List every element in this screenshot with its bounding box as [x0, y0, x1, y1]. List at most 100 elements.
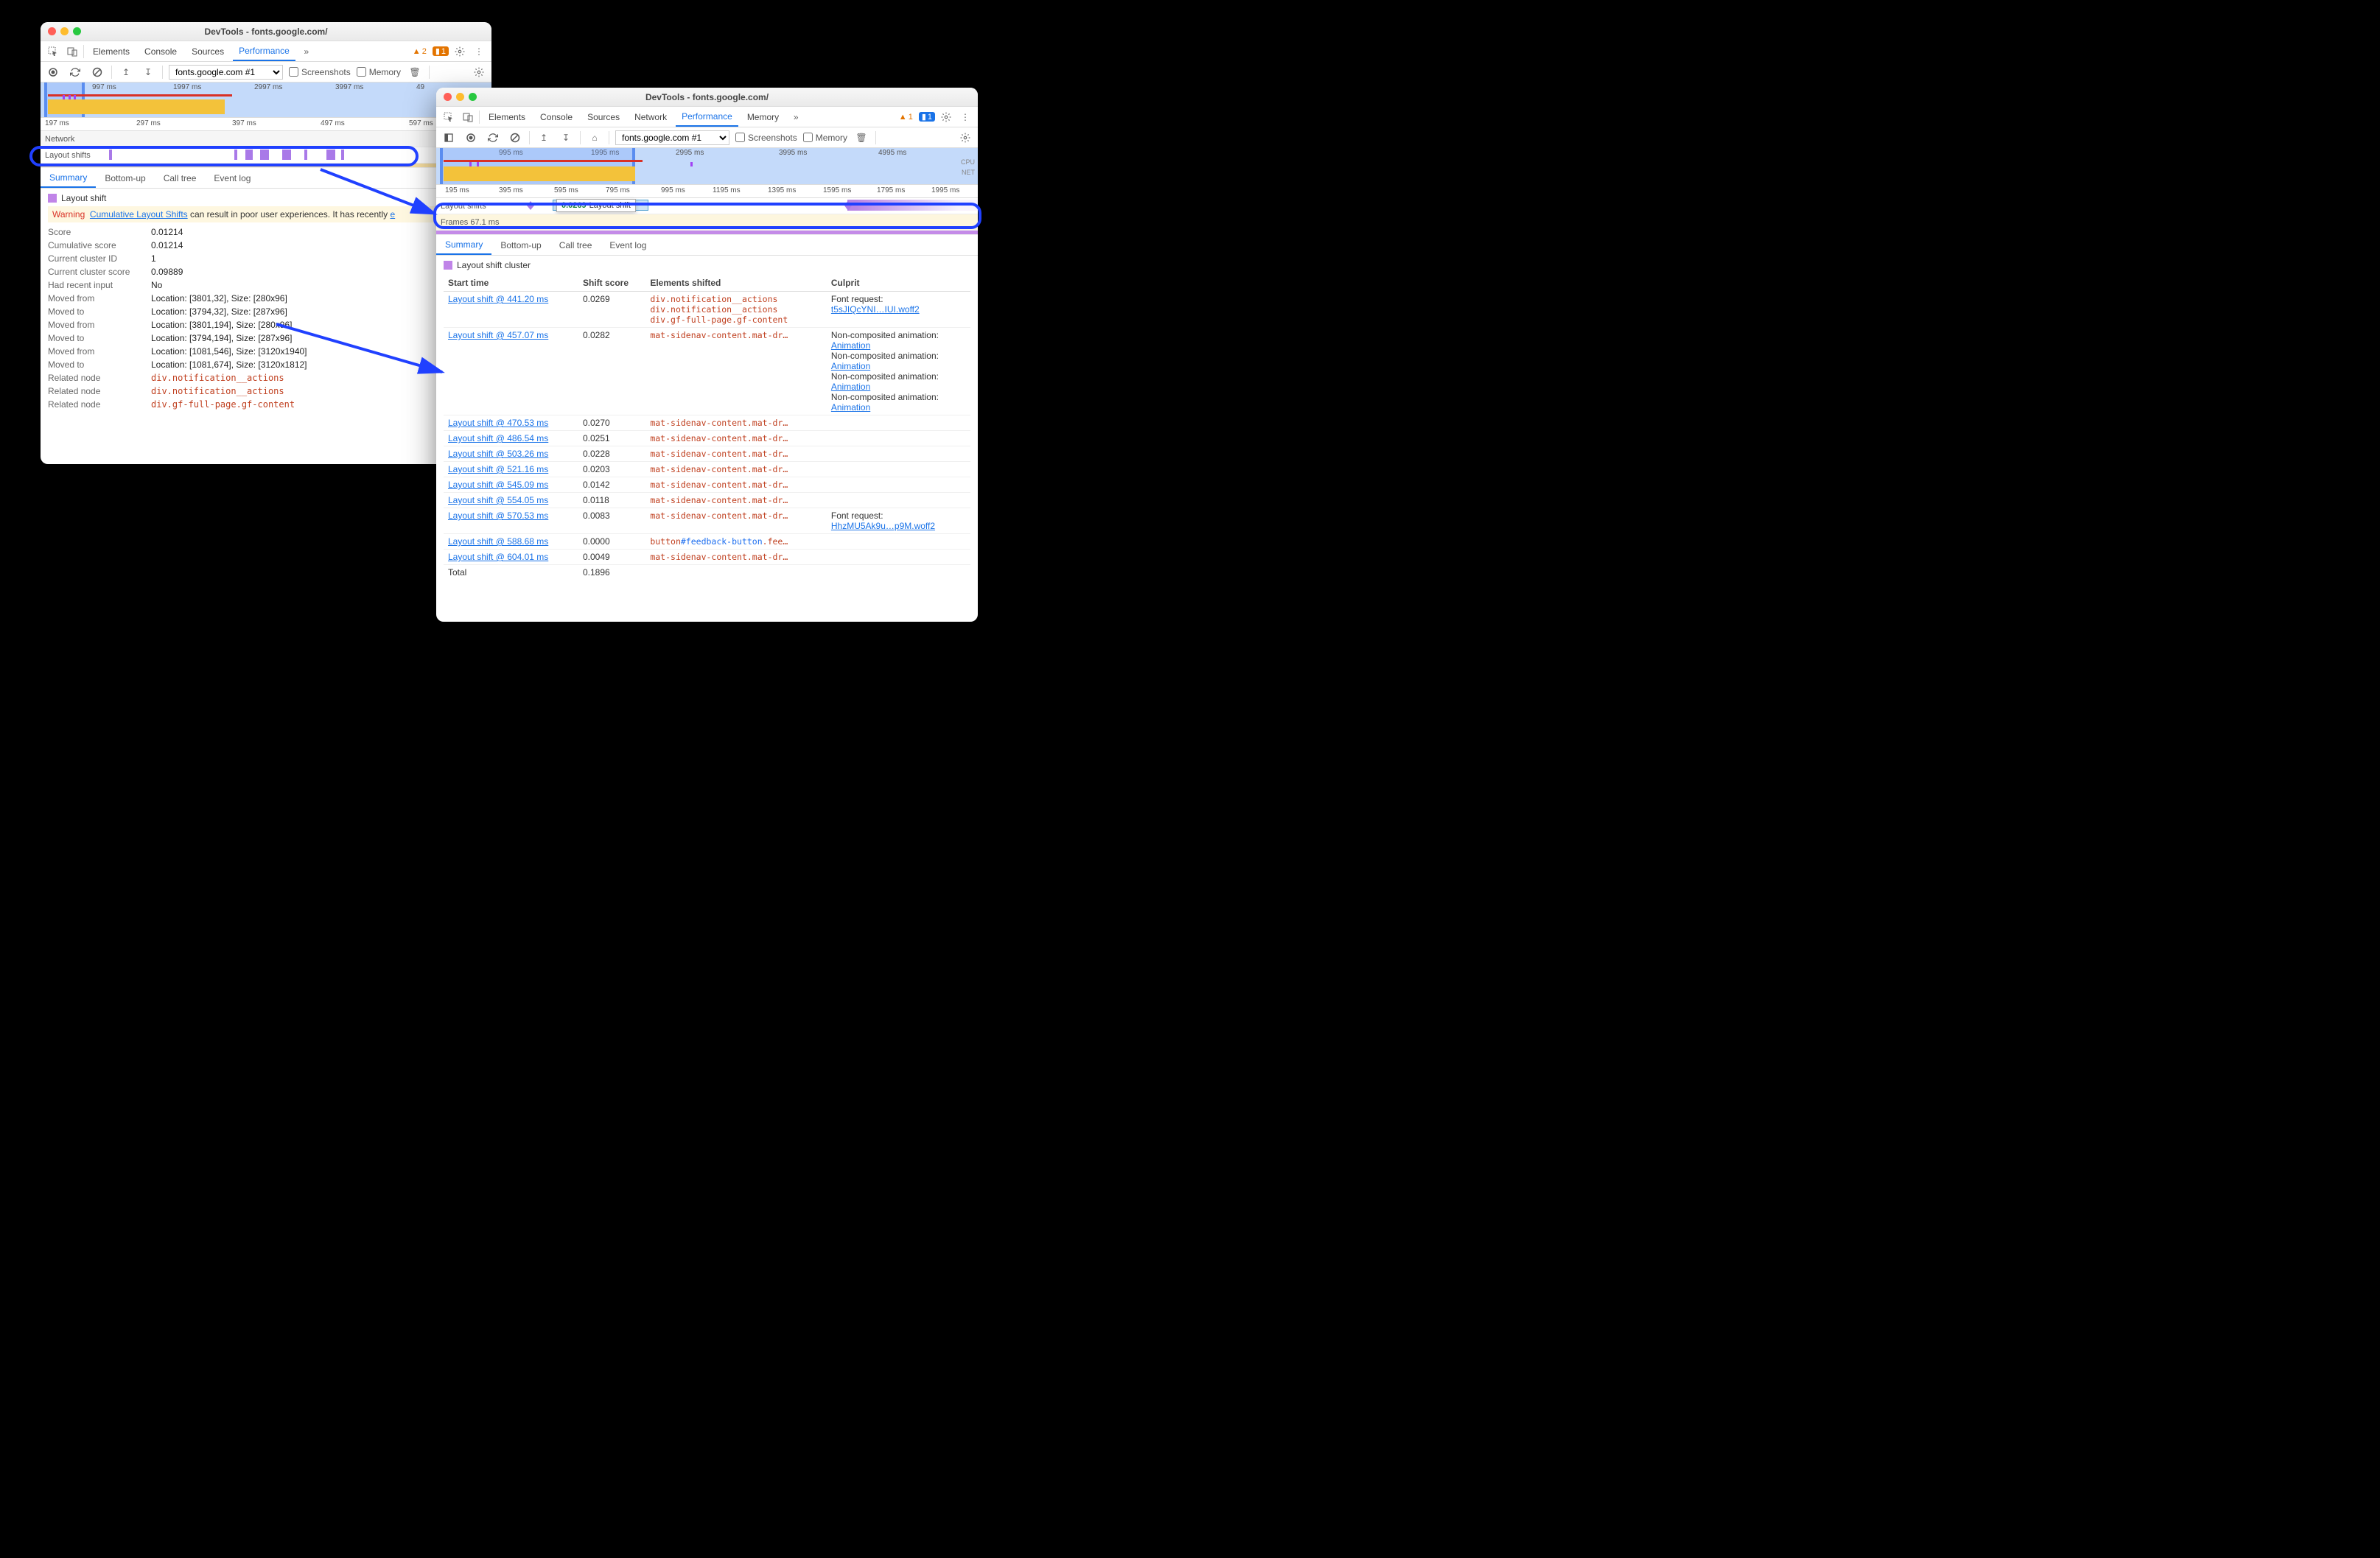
- element-link[interactable]: div.gf-full-page.gf-content: [650, 315, 822, 325]
- clear-icon[interactable]: [89, 64, 105, 80]
- gear-icon[interactable]: [452, 43, 468, 60]
- capture-settings-icon[interactable]: [957, 130, 973, 146]
- memory-checkbox[interactable]: Memory: [357, 67, 401, 77]
- layout-shift-link[interactable]: Layout shift @ 570.53 ms: [448, 510, 548, 521]
- element-link[interactable]: mat-sidenav-content.mat-dr…: [650, 449, 822, 459]
- screenshots-checkbox[interactable]: Screenshots: [735, 133, 797, 143]
- more-tabs-icon[interactable]: »: [788, 109, 804, 125]
- layout-shift-link[interactable]: Layout shift @ 604.01 ms: [448, 552, 548, 562]
- recording-select[interactable]: fonts.google.com #1: [615, 130, 729, 145]
- issue-badge[interactable]: ▮ 1: [433, 46, 449, 56]
- device-toolbar-icon[interactable]: [460, 109, 476, 125]
- flamechart-area[interactable]: Network Layout shifts: [41, 131, 491, 168]
- element-link[interactable]: mat-sidenav-content.mat-dr…: [650, 330, 822, 340]
- node-link[interactable]: div.notification__actions: [151, 386, 284, 396]
- warning-badge[interactable]: ▲ 2: [410, 47, 430, 56]
- capture-settings-icon[interactable]: [471, 64, 487, 80]
- time-ruler[interactable]: 195 ms 395 ms 595 ms 795 ms 995 ms 1195 …: [436, 185, 978, 198]
- tab-performance[interactable]: Performance: [233, 41, 295, 61]
- timeline-overview[interactable]: 995 ms 1995 ms 2995 ms 3995 ms 4995 ms C…: [436, 148, 978, 185]
- layout-shift-link[interactable]: Layout shift @ 457.07 ms: [448, 330, 548, 340]
- culprit-link[interactable]: t5sJIQcYNI…IUI.woff2: [831, 304, 920, 315]
- element-link[interactable]: div.notification__actions: [650, 294, 822, 304]
- timeline-overview[interactable]: 997 ms 1997 ms 2997 ms 3997 ms 49: [41, 83, 491, 118]
- tab-memory[interactable]: Memory: [741, 107, 785, 127]
- layout-shifts-track[interactable]: Layout shifts: [41, 147, 491, 164]
- record-icon[interactable]: [463, 130, 479, 146]
- element-link[interactable]: mat-sidenav-content.mat-dr…: [650, 552, 822, 562]
- screenshots-checkbox[interactable]: Screenshots: [289, 67, 351, 77]
- overview-tick: 3995 ms: [779, 149, 807, 157]
- inspect-icon[interactable]: [45, 43, 61, 60]
- reload-icon[interactable]: [67, 64, 83, 80]
- node-link[interactable]: div.notification__actions: [151, 373, 284, 383]
- culprit-link[interactable]: Animation: [831, 382, 870, 392]
- element-link[interactable]: mat-sidenav-content.mat-dr…: [650, 418, 822, 428]
- element-link[interactable]: mat-sidenav-content.mat-dr…: [650, 464, 822, 474]
- element-link[interactable]: mat-sidenav-content.mat-dr…: [650, 510, 822, 521]
- cls-link[interactable]: Cumulative Layout Shifts: [90, 209, 188, 220]
- tab-elements[interactable]: Elements: [483, 107, 531, 127]
- element-link[interactable]: div.notification__actions: [650, 304, 822, 315]
- element-link[interactable]: mat-sidenav-content.mat-dr…: [650, 480, 822, 490]
- layout-shift-link[interactable]: Layout shift @ 545.09 ms: [448, 480, 548, 490]
- layout-shift-link[interactable]: Layout shift @ 441.20 ms: [448, 294, 548, 304]
- layout-shift-link[interactable]: Layout shift @ 521.16 ms: [448, 464, 548, 474]
- toggle-panel-icon[interactable]: [441, 130, 457, 146]
- tab-call-tree[interactable]: Call tree: [550, 235, 601, 255]
- tab-event-log[interactable]: Event log: [601, 235, 655, 255]
- culprit-link[interactable]: Animation: [831, 361, 870, 371]
- tab-network[interactable]: Network: [629, 107, 673, 127]
- culprit-link[interactable]: Animation: [831, 340, 870, 351]
- element-link[interactable]: mat-sidenav-content.mat-dr…: [650, 433, 822, 443]
- kebab-icon[interactable]: ⋮: [957, 109, 973, 125]
- upload-icon[interactable]: ↥: [118, 64, 134, 80]
- tab-bottom-up[interactable]: Bottom-up: [96, 168, 154, 188]
- culprit-link[interactable]: HhzMU5Ak9u…p9M.woff2: [831, 521, 935, 531]
- network-track[interactable]: Network: [41, 131, 491, 147]
- element-link[interactable]: mat-sidenav-content.mat-dr…: [650, 495, 822, 505]
- layout-shift-link[interactable]: Layout shift @ 588.68 ms: [448, 536, 548, 547]
- time-ruler[interactable]: 197 ms 297 ms 397 ms 497 ms 597 ms: [41, 118, 491, 131]
- element-link[interactable]: button#feedback-button.fee…: [650, 536, 788, 547]
- home-icon[interactable]: ⌂: [587, 130, 603, 146]
- tab-sources[interactable]: Sources: [186, 41, 230, 61]
- layout-shift-link[interactable]: Layout shift @ 503.26 ms: [448, 449, 548, 459]
- inspect-icon[interactable]: [441, 109, 457, 125]
- gear-icon[interactable]: [938, 109, 954, 125]
- layout-shift-link[interactable]: Layout shift @ 554.05 ms: [448, 495, 548, 505]
- record-icon[interactable]: [45, 64, 61, 80]
- warning-badge[interactable]: ▲ 1: [896, 113, 916, 122]
- tab-call-tree[interactable]: Call tree: [155, 168, 206, 188]
- gc-icon[interactable]: 🗑: [853, 130, 869, 146]
- frames-track[interactable]: Frames 67.1 ms: [436, 214, 978, 231]
- tab-console[interactable]: Console: [534, 107, 578, 127]
- kebab-icon[interactable]: ⋮: [471, 43, 487, 60]
- tab-console[interactable]: Console: [139, 41, 183, 61]
- culprit-link[interactable]: Animation: [831, 402, 870, 413]
- upload-icon[interactable]: ↥: [536, 130, 552, 146]
- layout-shifts-track[interactable]: Layout shifts: [436, 198, 978, 214]
- tab-sources[interactable]: Sources: [581, 107, 626, 127]
- evolved-link[interactable]: e: [390, 209, 395, 220]
- tab-bottom-up[interactable]: Bottom-up: [491, 235, 550, 255]
- issue-badge[interactable]: ▮ 1: [919, 112, 935, 122]
- more-tabs-icon[interactable]: »: [298, 43, 315, 60]
- device-toolbar-icon[interactable]: [64, 43, 80, 60]
- download-icon[interactable]: ↧: [558, 130, 574, 146]
- layout-shift-link[interactable]: Layout shift @ 470.53 ms: [448, 418, 548, 428]
- flamechart-area[interactable]: Layout shifts 0.0269Layout shift Frames …: [436, 198, 978, 235]
- download-icon[interactable]: ↧: [140, 64, 156, 80]
- clear-icon[interactable]: [507, 130, 523, 146]
- node-link[interactable]: div.gf-full-page.gf-content: [151, 399, 295, 410]
- recording-select[interactable]: fonts.google.com #1: [169, 65, 283, 80]
- memory-checkbox[interactable]: Memory: [803, 133, 847, 143]
- tab-performance[interactable]: Performance: [676, 107, 738, 127]
- layout-shift-link[interactable]: Layout shift @ 486.54 ms: [448, 433, 548, 443]
- tab-event-log[interactable]: Event log: [205, 168, 259, 188]
- reload-icon[interactable]: [485, 130, 501, 146]
- tab-elements[interactable]: Elements: [87, 41, 136, 61]
- tab-summary[interactable]: Summary: [41, 168, 96, 188]
- gc-icon[interactable]: 🗑: [407, 64, 423, 80]
- tab-summary[interactable]: Summary: [436, 235, 491, 255]
